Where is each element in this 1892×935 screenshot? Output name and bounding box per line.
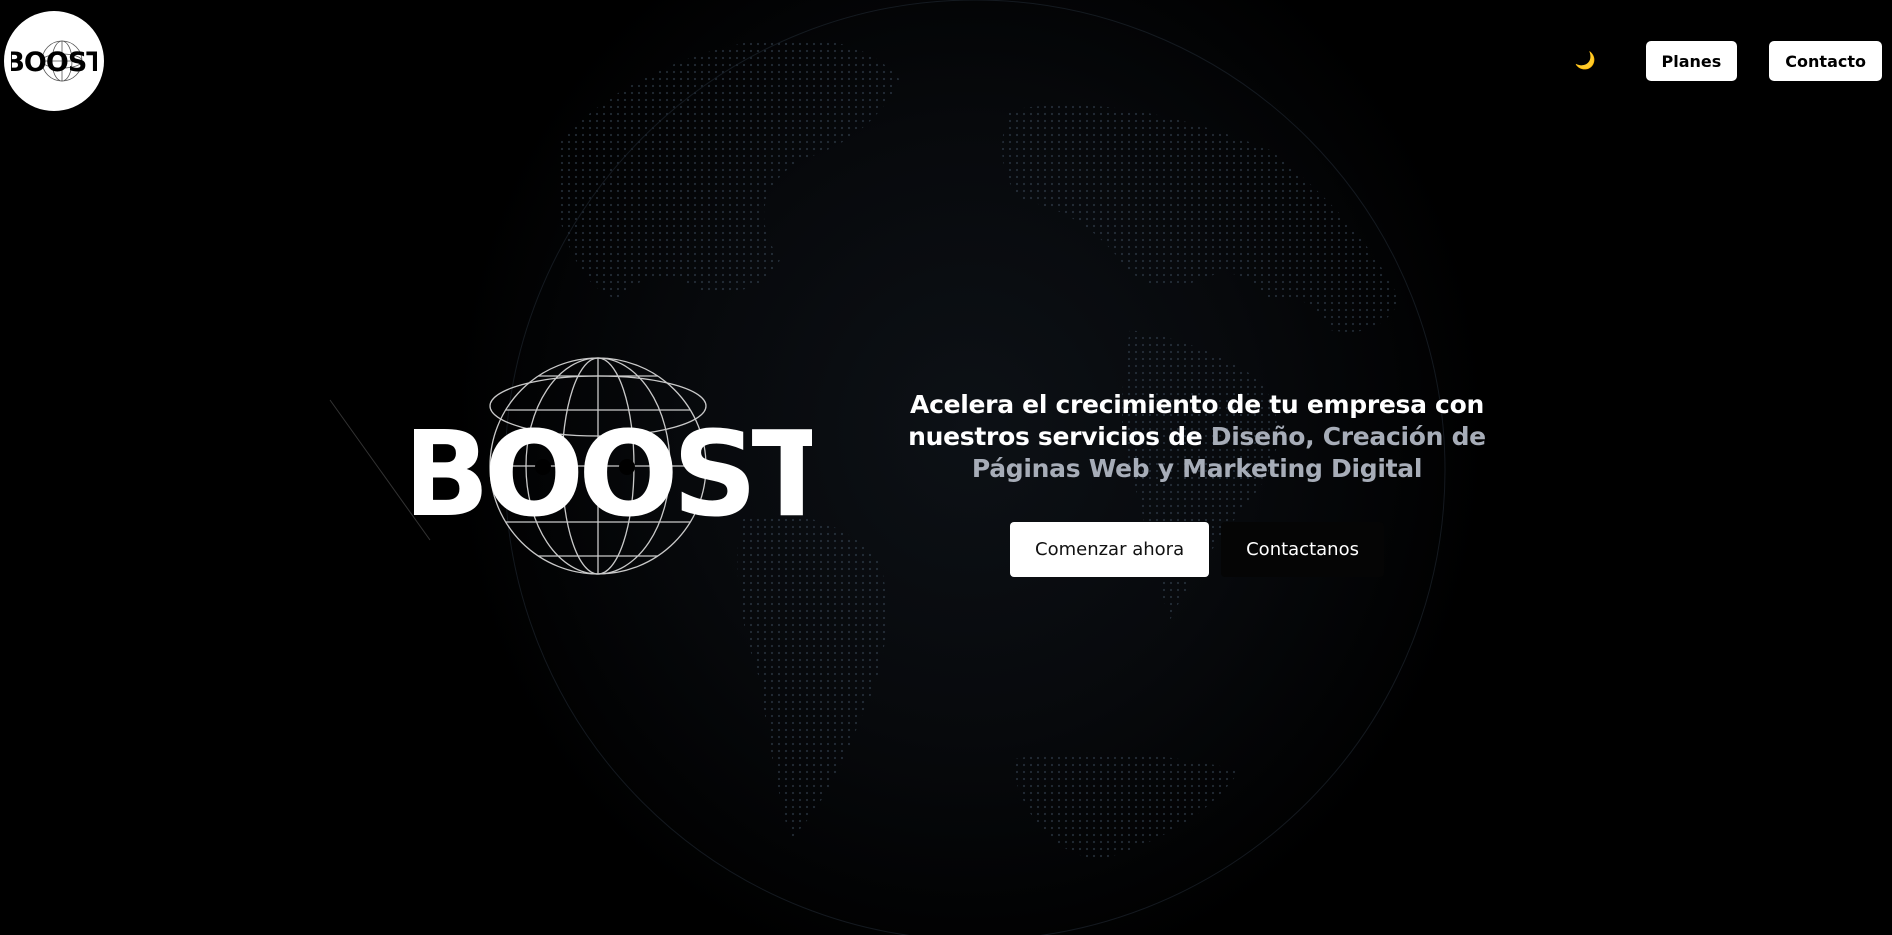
brand-logo-badge[interactable]: BOOST: [4, 11, 104, 111]
brand-logo: BOOST: [11, 40, 97, 82]
landing-page: BOOST 🌙 Planes Contacto BOOST Acelera el…: [0, 0, 1892, 935]
hero-headline: Acelera el crecimiento de tu empresa con…: [880, 389, 1514, 485]
hero-logo-text: BOOST: [414, 405, 812, 543]
nav-planes-button[interactable]: Planes: [1645, 41, 1738, 81]
theme-toggle-glyph: 🌙: [1574, 51, 1597, 71]
hero-boost-logo: BOOST: [414, 357, 812, 575]
cta-row: Comenzar ahora Contactanos: [880, 522, 1514, 577]
moon-icon[interactable]: 🌙: [1572, 47, 1600, 75]
nav-contacto-button[interactable]: Contacto: [1769, 41, 1882, 81]
top-nav: 🌙 Planes Contacto: [1572, 41, 1882, 81]
brand-logo-text: BOOST: [11, 47, 97, 78]
hero-copy: Acelera el crecimiento de tu empresa con…: [880, 389, 1514, 577]
comenzar-ahora-button[interactable]: Comenzar ahora: [1010, 522, 1210, 577]
contactanos-button[interactable]: Contactanos: [1221, 522, 1384, 577]
